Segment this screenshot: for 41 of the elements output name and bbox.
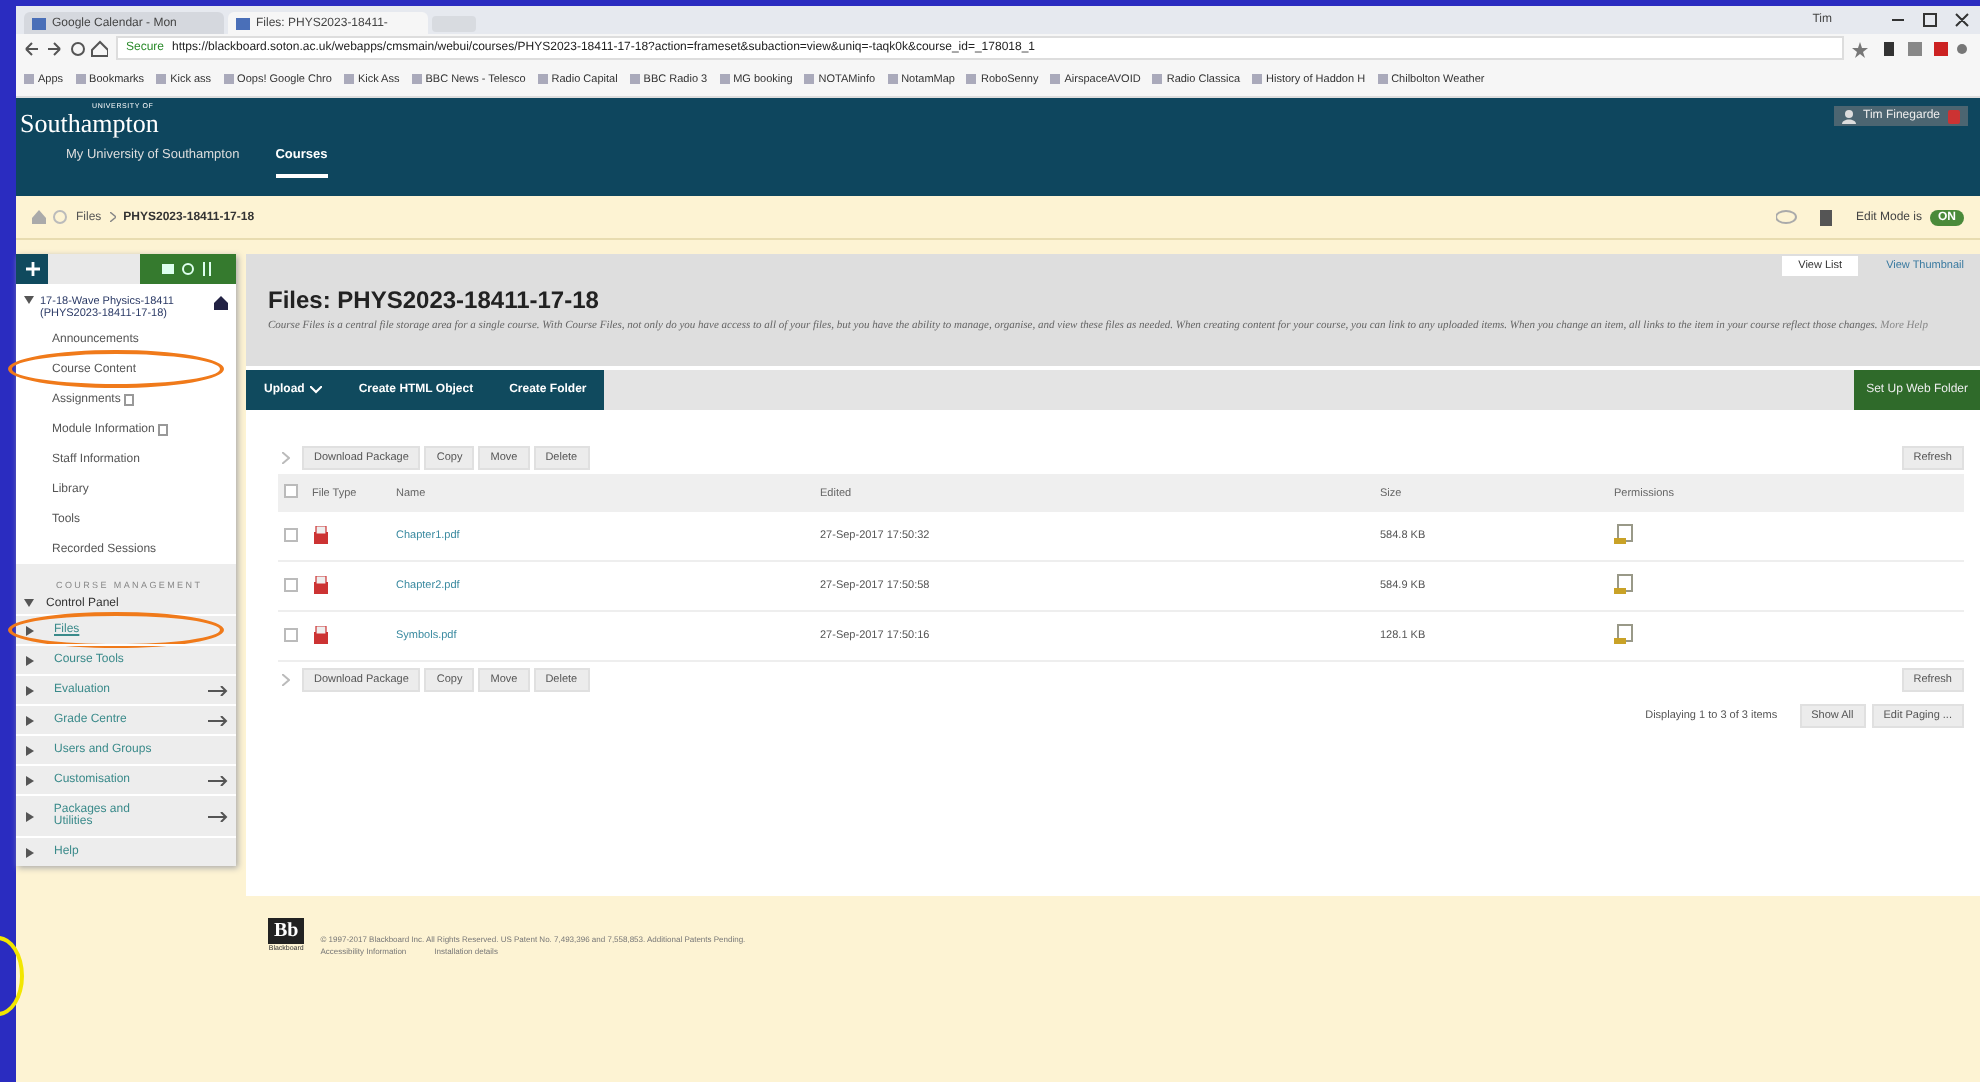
pdf-file-icon xyxy=(312,525,330,543)
chevron-icon xyxy=(282,673,290,685)
permissions-icon[interactable] xyxy=(1614,624,1634,644)
caret-icon xyxy=(310,386,323,394)
collapse-icon[interactable] xyxy=(24,296,34,304)
hidden-icon xyxy=(124,393,135,405)
expand-icon[interactable] xyxy=(26,775,34,785)
page-icon xyxy=(32,17,46,29)
page-icon xyxy=(236,17,250,29)
home-icon xyxy=(214,296,228,310)
row-checkbox[interactable] xyxy=(284,627,298,641)
page-title: Files: PHYS2023-18411-17-18 xyxy=(268,286,601,314)
row-checkbox[interactable] xyxy=(284,527,298,541)
expand-icon[interactable] xyxy=(26,685,34,695)
expand-icon[interactable] xyxy=(26,811,34,821)
pdf-file-icon xyxy=(312,625,330,643)
expand-icon[interactable] xyxy=(26,745,34,755)
expand-icon[interactable] xyxy=(26,847,34,857)
navigation-icon[interactable] xyxy=(24,39,108,57)
hidden-icon xyxy=(158,423,169,435)
add-menu-button[interactable] xyxy=(16,254,48,284)
expand-icon[interactable] xyxy=(26,625,34,635)
extension-icons[interactable] xyxy=(1852,39,1972,57)
tool-icons[interactable] xyxy=(1775,208,1836,226)
permissions-icon[interactable] xyxy=(1614,524,1634,544)
permissions-icon[interactable] xyxy=(1614,574,1634,594)
plus-icon xyxy=(25,262,39,276)
separator-icon xyxy=(109,212,116,222)
chevron-icon xyxy=(282,451,290,463)
arrow-icon xyxy=(208,775,228,785)
menu-tools-icon[interactable] xyxy=(140,254,236,284)
arrow-icon xyxy=(208,811,228,821)
arrow-icon xyxy=(208,685,228,695)
collapse-icon[interactable] xyxy=(24,598,34,608)
arrow-icon xyxy=(208,715,228,725)
row-checkbox[interactable] xyxy=(284,577,298,591)
expand-icon[interactable] xyxy=(26,715,34,725)
expand-icon[interactable] xyxy=(26,655,34,665)
user-icon xyxy=(1841,109,1856,123)
select-all-checkbox[interactable] xyxy=(284,484,298,498)
pdf-file-icon xyxy=(312,575,330,593)
